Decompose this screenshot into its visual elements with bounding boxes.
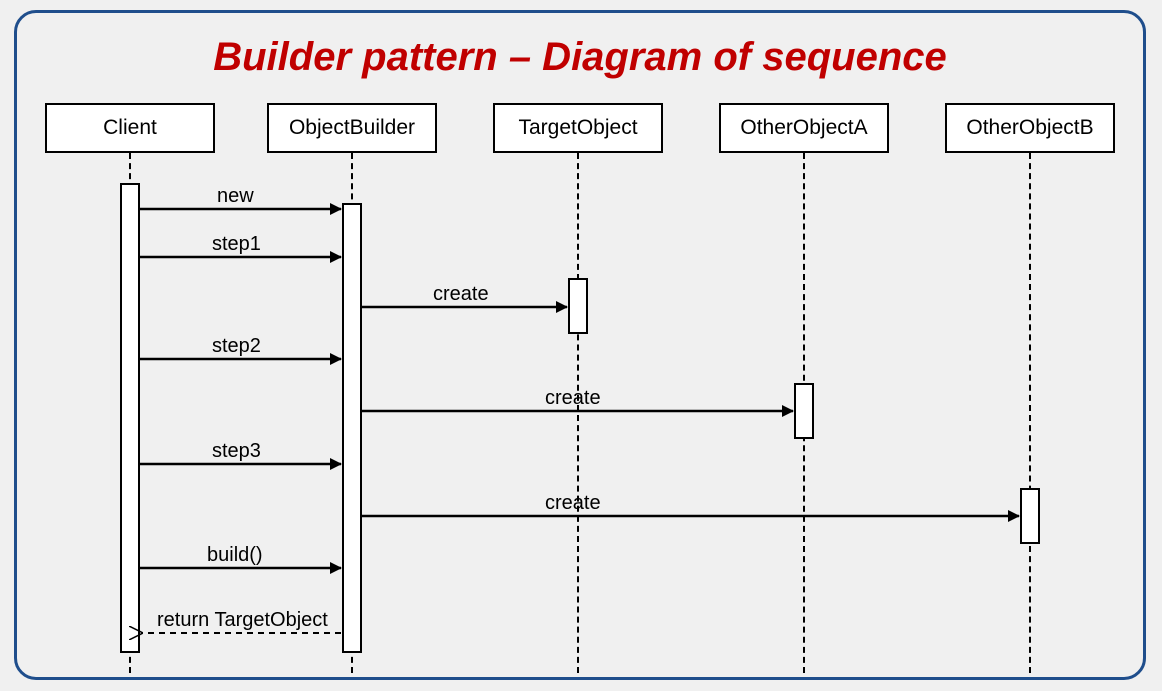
activation-target [568,278,588,334]
lifeline-line-other-b [1029,153,1031,673]
activation-other-b [1020,488,1040,544]
diagram-title: Builder pattern – Diagram of sequence [17,35,1143,80]
lifeline-head-target: TargetObject [493,103,663,153]
label-step3: step3 [212,440,261,463]
label-create1: create [433,283,489,306]
label-new: new [217,185,254,208]
lifeline-head-client: Client [45,103,215,153]
label-step2: step2 [212,335,261,358]
label-step1: step1 [212,233,261,256]
label-create3: create [545,492,601,515]
lifeline-label: OtherObjectB [966,116,1093,140]
label-create2: create [545,387,601,410]
lifeline-head-other-a: OtherObjectA [719,103,889,153]
lifeline-head-other-b: OtherObjectB [945,103,1115,153]
activation-builder [342,203,362,653]
lifeline-label: ObjectBuilder [289,116,415,140]
lifeline-label: TargetObject [518,116,637,140]
stage: Builder pattern – Diagram of sequence Cl… [0,0,1162,691]
lifeline-line-target [577,153,579,673]
label-build: build() [207,544,263,567]
lifeline-label: Client [103,116,157,140]
diagram-frame: Builder pattern – Diagram of sequence Cl… [14,10,1146,680]
lifeline-head-builder: ObjectBuilder [267,103,437,153]
label-return: return TargetObject [157,609,328,632]
activation-other-a [794,383,814,439]
activation-client [120,183,140,653]
lifeline-label: OtherObjectA [740,116,867,140]
